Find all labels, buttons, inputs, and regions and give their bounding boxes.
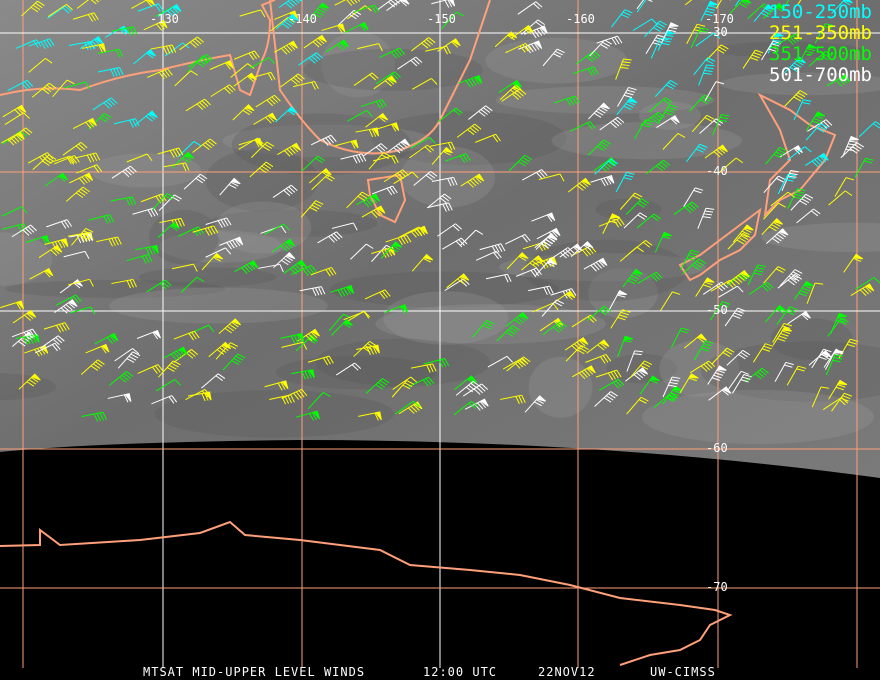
satellite-wind-map: 150-250mb 251-350mb 351-500mb 501-700mb … (0, 0, 880, 680)
cloud-patch (383, 291, 509, 345)
legend-150-250: 150-250mb (769, 1, 872, 23)
cloud-patch (90, 153, 202, 188)
legend-501-700: 501-700mb (769, 64, 872, 86)
cloud-patch (303, 48, 483, 91)
legend-251-350: 251-350mb (769, 22, 872, 44)
cloud-patch (109, 287, 328, 324)
cloud-patch (231, 113, 412, 176)
date-label: 22NOV12 (538, 665, 596, 679)
caption-bar: MTSAT MID-UPPER LEVEL WINDS 12:00 UTC 22… (0, 665, 880, 679)
map-canvas (0, 0, 880, 668)
antarctica-coast (0, 520, 733, 666)
cloud-patch (528, 356, 593, 418)
longitude-label: -170 (705, 12, 734, 26)
longitude-label: -160 (566, 12, 595, 26)
latitude-label: -40 (706, 164, 728, 178)
pressure-legend: 150-250mb 251-350mb 351-500mb 501-700mb (769, 2, 872, 86)
cloud-patch (595, 198, 662, 220)
latitude-label: -70 (706, 580, 728, 594)
product-title: MTSAT MID-UPPER LEVEL WINDS (143, 665, 366, 679)
latitude-label: -50 (706, 303, 728, 317)
cloud-patch (551, 122, 742, 160)
latitude-label: -60 (706, 441, 728, 455)
source-label: UW-CIMSS (650, 665, 716, 679)
latitude-label: -30 (706, 25, 728, 39)
longitude-label: -130 (150, 12, 179, 26)
longitude-label: -140 (288, 12, 317, 26)
time-label: 12:00 UTC (423, 665, 498, 679)
legend-351-500: 351-500mb (769, 43, 872, 65)
longitude-label: -150 (427, 12, 456, 26)
